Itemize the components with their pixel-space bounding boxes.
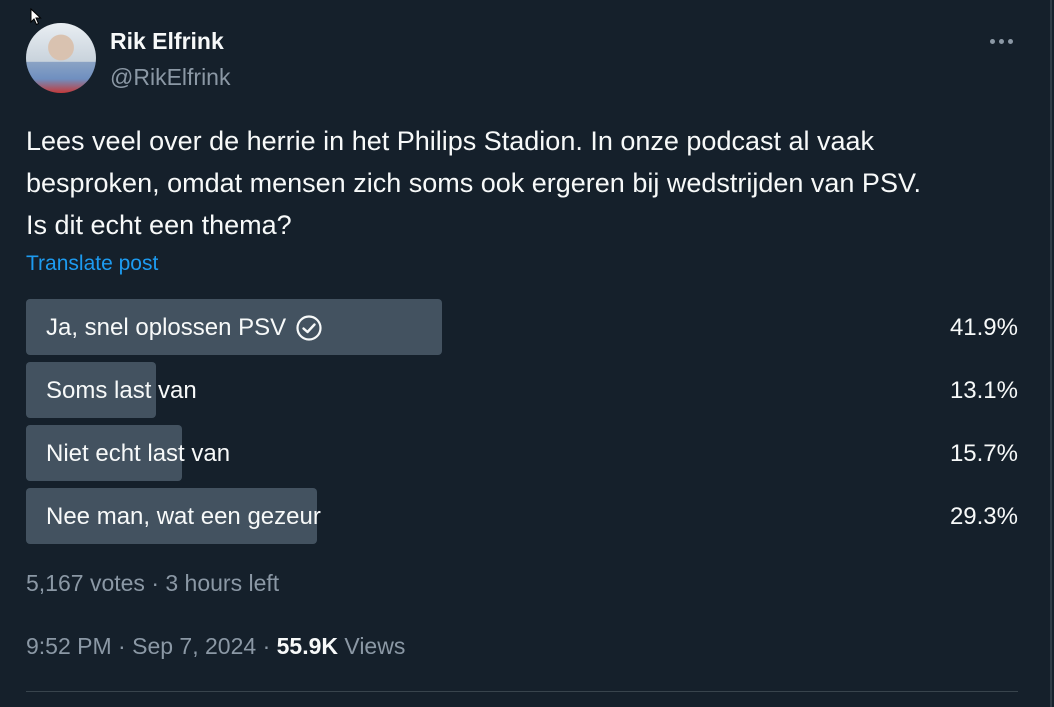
author-handle[interactable]: @RikElfrink [110,64,230,91]
poll-option-label: Soms last van [46,377,197,404]
post-text-line: besproken, omdat mensen zich soms ook er… [26,168,921,198]
author-name[interactable]: Rik Elfrink [110,28,224,55]
translate-post-link[interactable]: Translate post [26,252,158,276]
more-horizontal-icon [989,38,995,44]
poll-option-label: Nee man, wat een gezeur [46,503,321,530]
poll-option-percent: 13.1% [949,377,1018,404]
poll-votes: 5,167 votes [26,570,145,596]
views-count: 55.9K [276,633,338,659]
post-text-line: Lees veel over de herrie in het Philips … [26,126,875,156]
post-text-line: Is dit echt een thema? [26,210,292,240]
poll-option-percent: 15.7% [949,440,1018,467]
post-container: Rik Elfrink @RikElfrink Lees veel over d… [0,0,1052,707]
views-label: Views [344,633,406,659]
separator: · [151,570,159,596]
poll-option-percent: 41.9% [949,314,1018,341]
poll-option: Soms last van 13.1% [26,362,1020,418]
post-text: Lees veel over de herrie in het Philips … [26,120,1026,246]
poll-option: Nee man, wat een gezeur 29.3% [26,488,1020,544]
poll-option: Ja, snel oplossen PSV 41.9% [26,299,1020,355]
divider [26,691,1018,692]
more-options-button[interactable] [986,36,1016,46]
poll-option: Niet echt last van 15.7% [26,425,1020,481]
post-time[interactable]: 9:52 PM [26,633,112,659]
separator: · [118,633,126,659]
poll-option-label: Ja, snel oplossen PSV [46,314,287,341]
post-date[interactable]: Sep 7, 2024 [132,633,256,659]
poll-option-percent: 29.3% [949,503,1018,530]
timestamp-row: 9:52 PM · Sep 7, 2024 · 55.9K Views [26,633,405,660]
poll: Ja, snel oplossen PSV 41.9% Soms last va… [26,299,1020,551]
poll-option-label: Niet echt last van [46,440,231,467]
avatar[interactable] [26,23,96,93]
check-circle-icon [296,315,322,341]
poll-meta: 5,167 votes · 3 hours left [26,570,279,597]
separator: · [262,633,271,659]
poll-time-left: 3 hours left [165,570,280,596]
